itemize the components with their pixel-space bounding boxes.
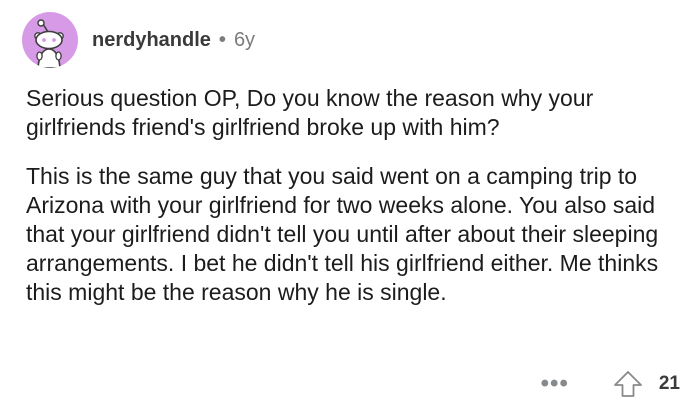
comment-paragraph: This is the same guy that you said went … bbox=[26, 163, 659, 305]
more-options-button[interactable]: ••• bbox=[541, 372, 569, 396]
comment-header: nerdyhandle • 6y bbox=[22, 10, 255, 70]
upvote-arrow-icon bbox=[613, 371, 642, 397]
author-line: nerdyhandle • 6y bbox=[92, 28, 255, 52]
snoo-avatar-icon bbox=[34, 19, 64, 68]
vote-score: 21 bbox=[658, 373, 680, 394]
separator-dot: • bbox=[218, 29, 226, 51]
comment-body: Serious question OP, Do you know the rea… bbox=[26, 84, 686, 327]
comment: nerdyhandle • 6y Serious question OP, Do… bbox=[0, 0, 700, 406]
username-link[interactable]: nerdyhandle bbox=[92, 28, 211, 52]
upvote-button[interactable] bbox=[613, 370, 643, 398]
comment-actions: ••• 21 bbox=[541, 368, 680, 400]
comment-age: 6y bbox=[233, 29, 256, 51]
avatar[interactable] bbox=[22, 12, 78, 68]
comment-paragraph: Serious question OP, Do you know the rea… bbox=[26, 85, 594, 140]
